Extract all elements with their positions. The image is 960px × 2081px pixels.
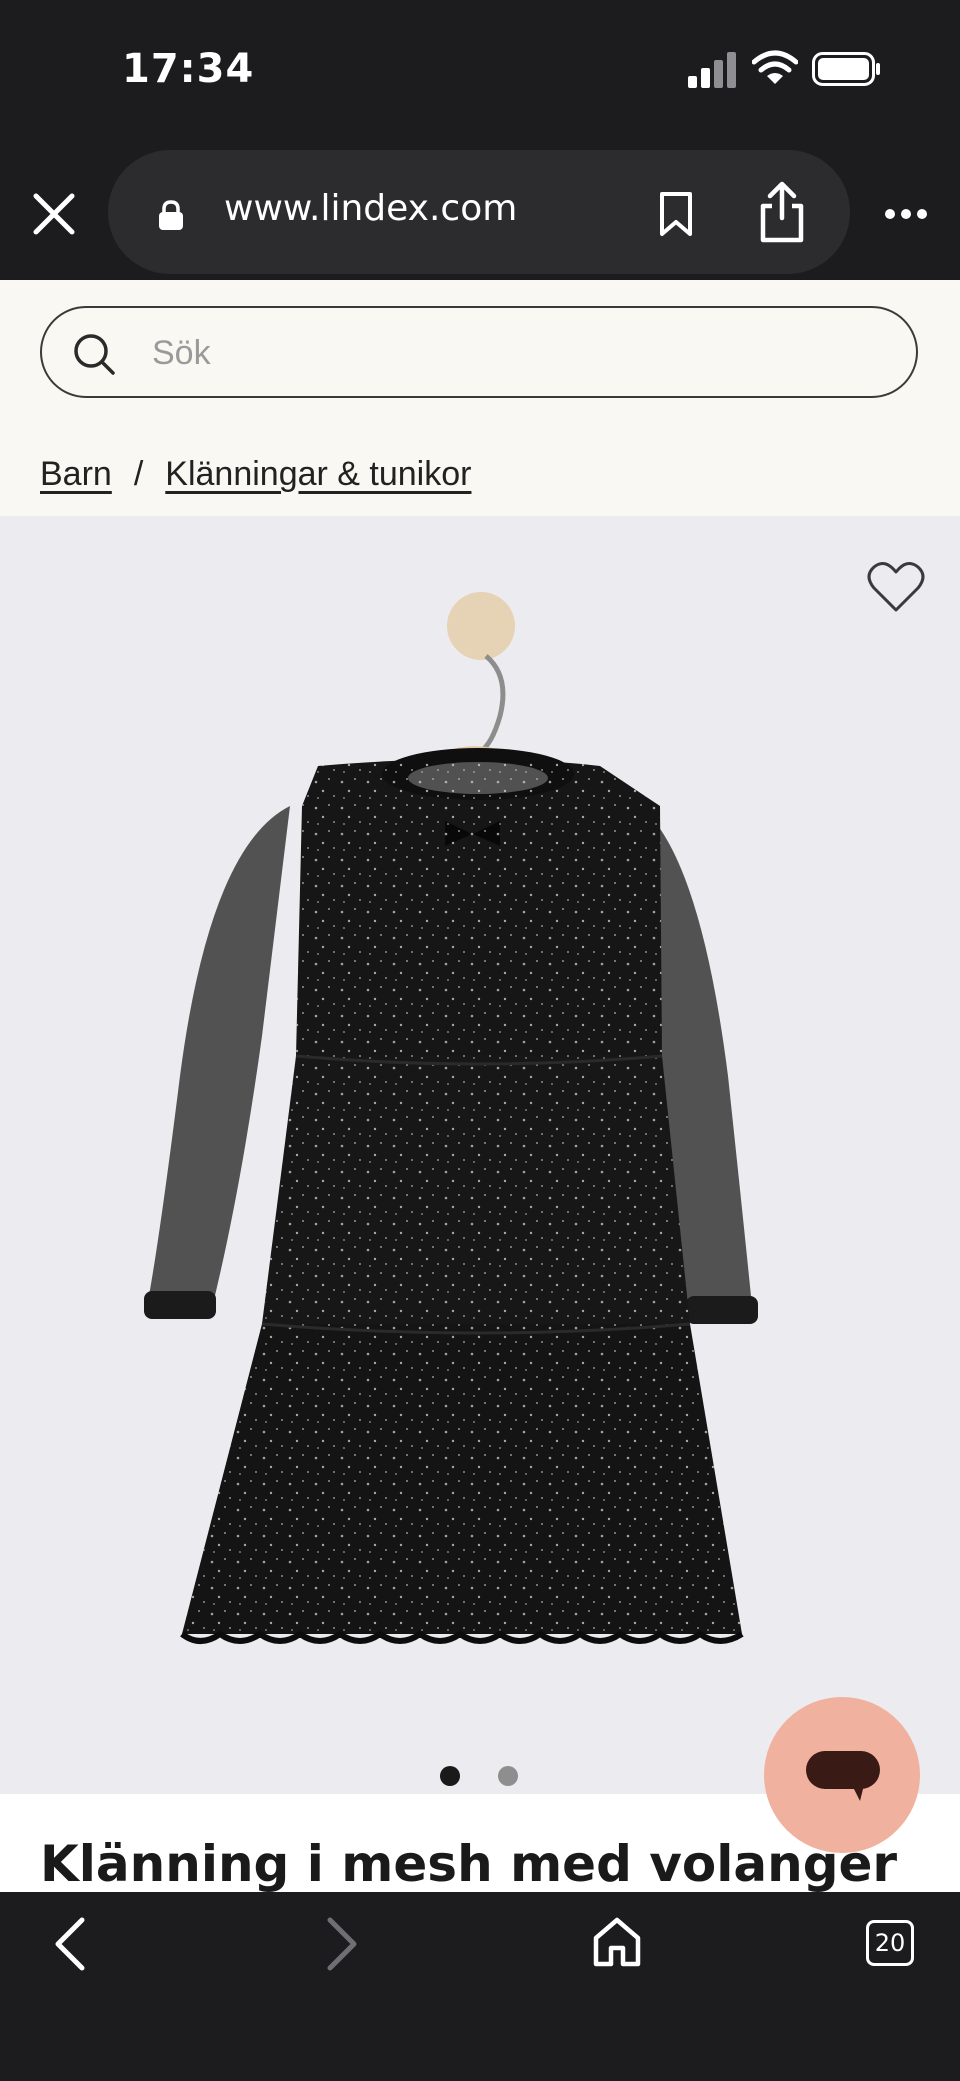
search-box[interactable] — [40, 306, 918, 398]
status-time: 17:34 — [122, 46, 255, 92]
breadcrumb-link-barn[interactable]: Barn — [40, 455, 112, 493]
product-title: Klänning i mesh med volanger — [40, 1835, 898, 1893]
home-icon[interactable] — [592, 1916, 642, 1968]
url-text: www.lindex.com — [224, 188, 518, 229]
battery-icon — [812, 52, 880, 86]
share-icon[interactable] — [758, 180, 806, 244]
chat-button[interactable] — [764, 1697, 920, 1853]
breadcrumb-separator: / — [133, 455, 144, 493]
carousel-dot-1[interactable] — [440, 1766, 460, 1786]
close-icon[interactable] — [30, 190, 78, 238]
wifi-icon — [752, 50, 798, 84]
forward-icon[interactable] — [322, 1916, 362, 1972]
address-bar[interactable]: www.lindex.com — [108, 150, 850, 274]
signal-icon — [688, 52, 736, 88]
carousel-dot-2[interactable] — [498, 1766, 518, 1786]
browser-toolbar: 20 — [0, 1892, 960, 2081]
product-image-carousel[interactable] — [0, 516, 960, 1794]
browser-bar: www.lindex.com — [0, 140, 960, 280]
bookmark-icon[interactable] — [656, 190, 696, 238]
tabs-button[interactable]: 20 — [866, 1920, 914, 1966]
search-input[interactable] — [150, 324, 894, 382]
breadcrumb: Barn / Klänningar & tunikor — [40, 455, 471, 494]
lock-icon — [159, 200, 183, 230]
dress-image — [144, 592, 758, 1644]
more-icon[interactable] — [884, 208, 928, 220]
status-bar: 17:34 — [0, 0, 960, 140]
search-icon — [74, 334, 115, 375]
back-icon[interactable] — [50, 1916, 90, 1972]
site-header: Barn / Klänningar & tunikor — [0, 280, 960, 516]
breadcrumb-link-klanningar[interactable]: Klänningar & tunikor — [165, 455, 471, 493]
heart-icon[interactable] — [866, 560, 926, 614]
chat-icon — [806, 1751, 880, 1801]
